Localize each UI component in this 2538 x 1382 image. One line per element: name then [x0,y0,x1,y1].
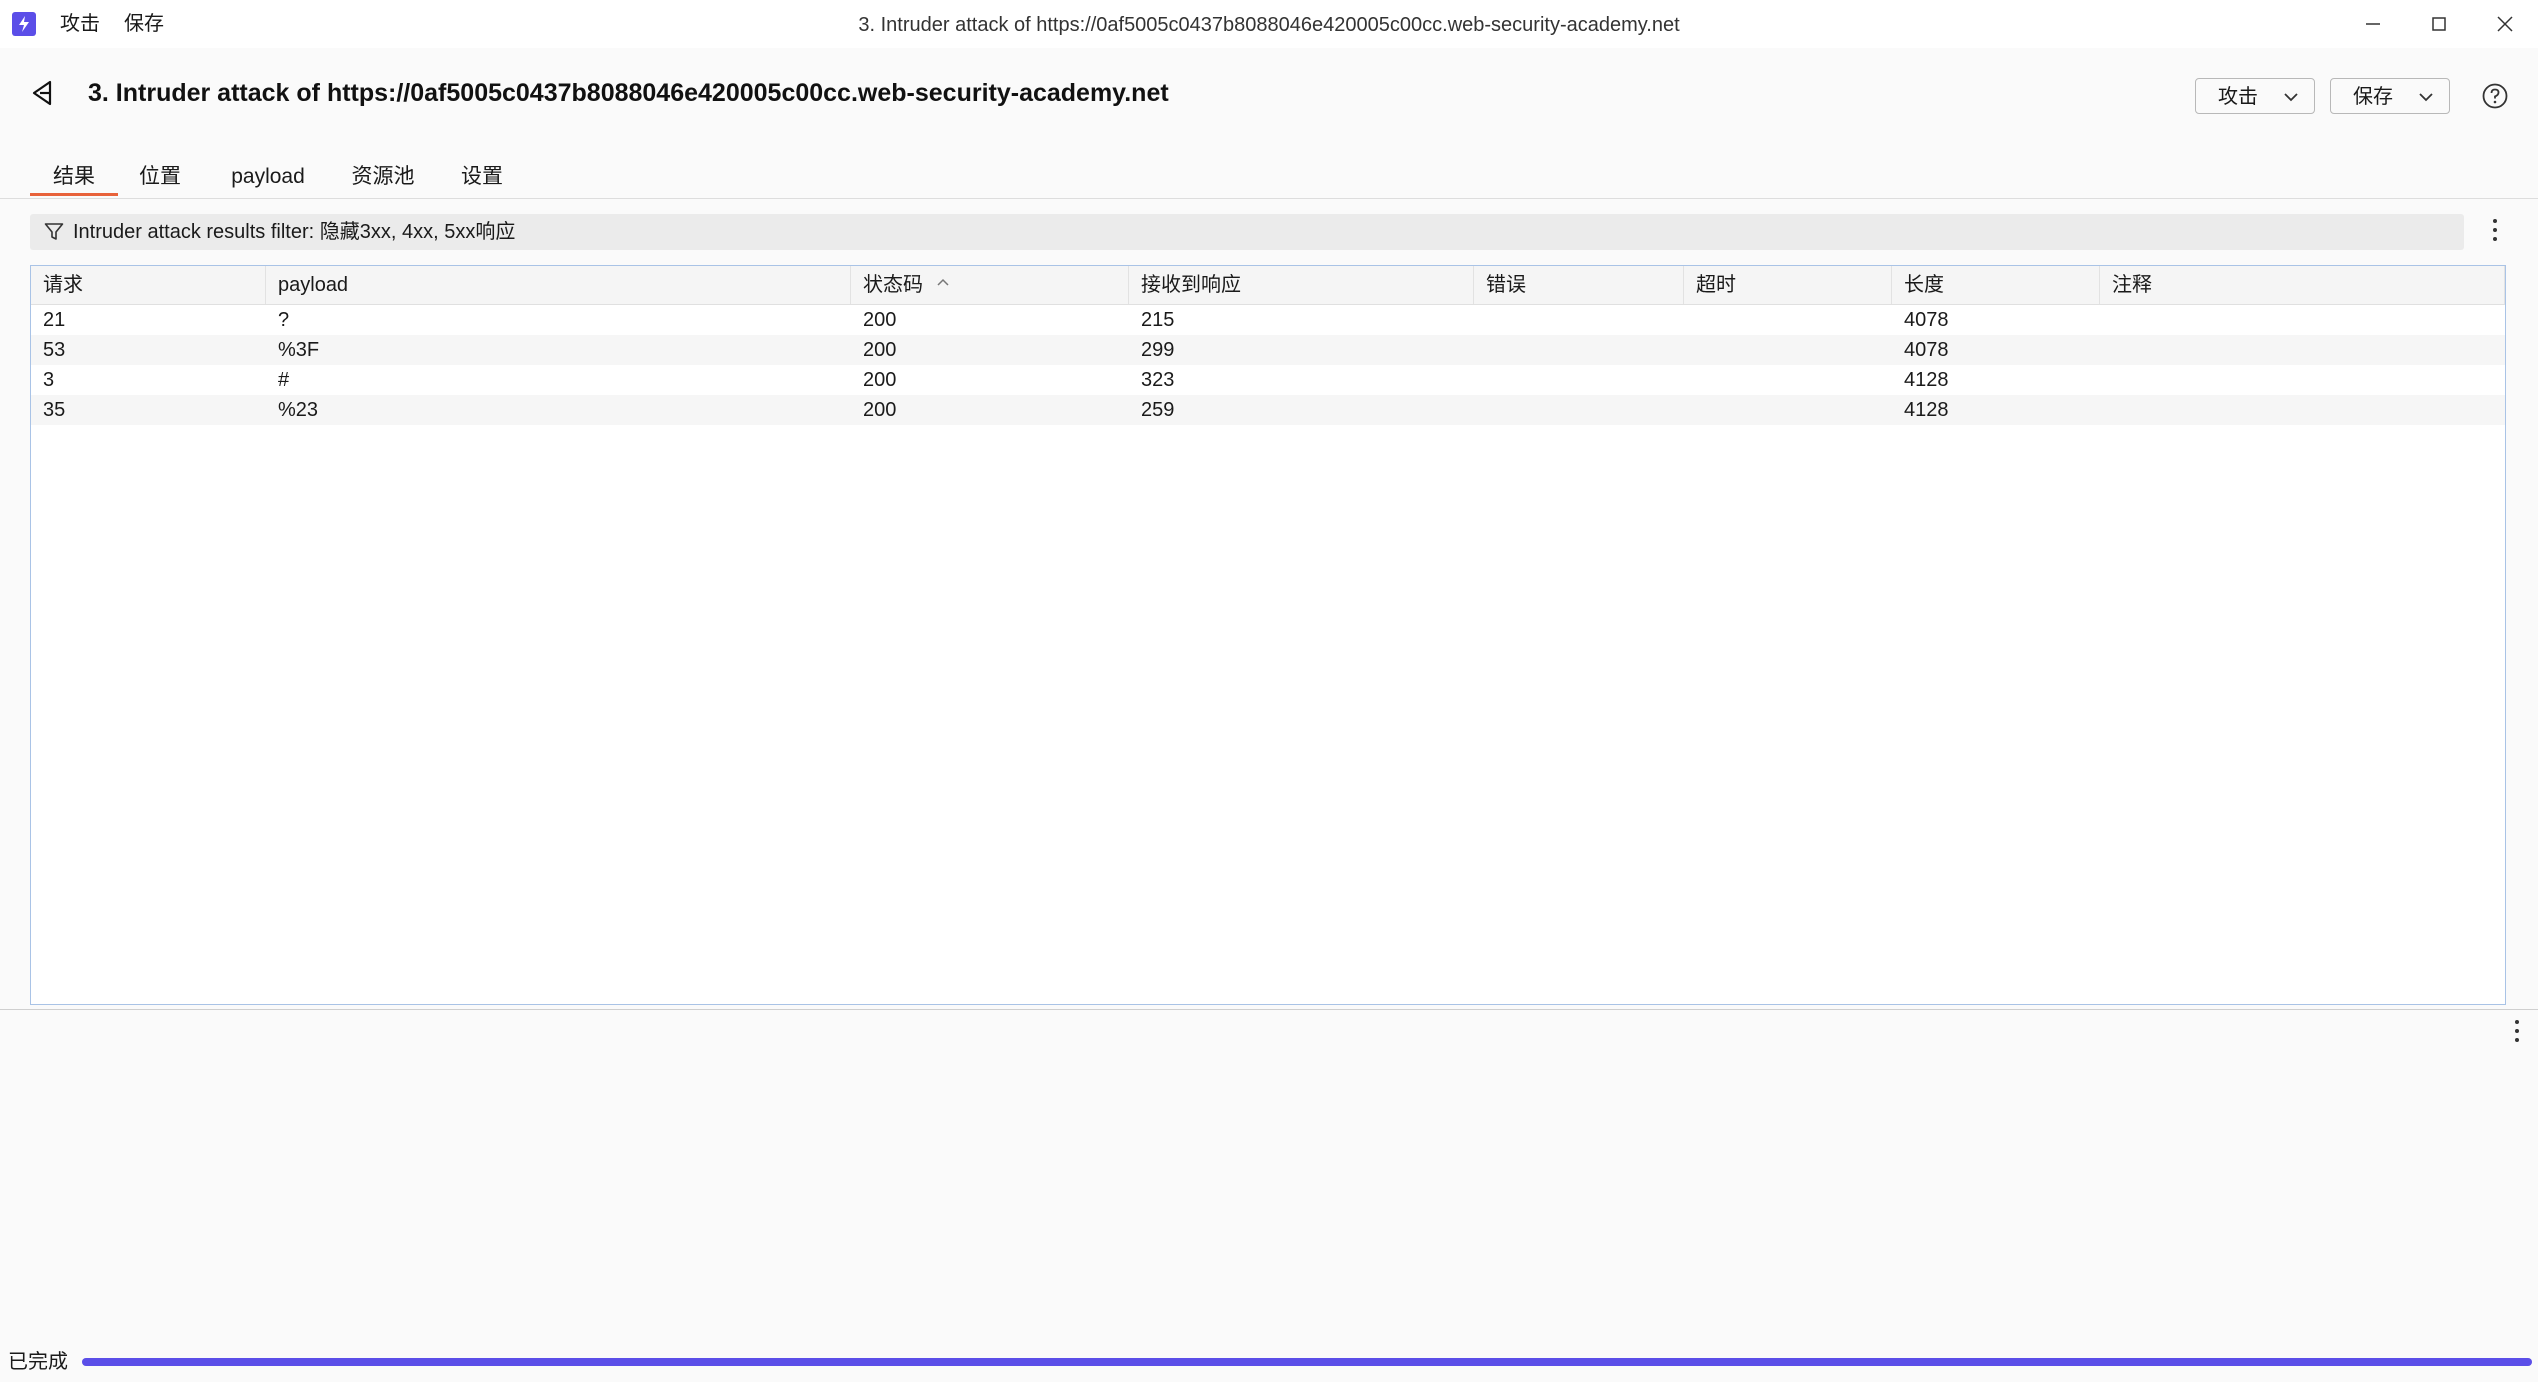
cell-error [1474,305,1486,335]
cell-status-code: 200 [863,399,897,421]
cell-comment [2100,305,2112,335]
sort-ascending-icon [937,278,949,286]
tab-divider [0,198,2538,199]
tab-resource-pool[interactable]: 资源池 [346,164,420,190]
chevron-down-icon [2284,93,2298,102]
cell-comment [2100,395,2112,425]
cell-response-received: 215 [1141,309,1175,331]
cell-timeout [1684,305,1696,335]
cell-status-code: 200 [863,309,897,331]
status-text: 已完成 [8,1351,68,1373]
maximize-button[interactable] [2416,6,2462,42]
cell-response-received: 323 [1141,369,1175,391]
cell-request: 53 [43,339,66,361]
close-button[interactable] [2482,6,2528,42]
cell-comment [2100,365,2112,395]
table-header: 请求 payload 状态码 接收到响应 错误 超时 长度 注释 [31,266,2505,305]
cell-status-code: 200 [863,339,897,361]
cell-payload: ? [278,309,290,331]
tab-positions[interactable]: 位置 [130,164,190,190]
cell-payload: # [278,369,290,391]
cell-request: 35 [43,399,66,421]
cell-response-received: 259 [1141,399,1175,421]
cell-payload: %3F [278,339,320,361]
title-bar: 攻击 保存 3. Intruder attack of https://0af5… [0,0,2538,48]
filter-text: Intruder attack results filter: 隐藏3xx, 4… [73,221,516,243]
cell-length: 4078 [1904,339,1949,361]
chevron-down-icon [2419,93,2433,102]
window-title: 3. Intruder attack of https://0af5005c04… [858,14,1680,36]
help-icon[interactable] [2481,82,2509,110]
results-filter-bar[interactable]: Intruder attack results filter: 隐藏3xx, 4… [30,214,2464,250]
column-header-length[interactable]: 长度 [1892,266,2100,304]
cell-request: 3 [43,369,55,391]
table-row[interactable]: 3 # 200 323 4128 [31,365,2505,395]
table-row[interactable]: 21 ? 200 215 4078 [31,305,2505,335]
cell-timeout [1684,365,1696,395]
table-row[interactable]: 35 %23 200 259 4128 [31,395,2505,425]
progress-fill [82,1358,2532,1366]
tab-settings[interactable]: 设置 [452,164,512,190]
tab-results[interactable]: 结果 [30,164,118,190]
cell-request: 21 [43,309,66,331]
status-code-label: 状态码 [863,274,923,296]
tab-payloads[interactable]: payload [218,164,318,190]
cell-length: 4128 [1904,399,1949,421]
attack-button[interactable]: 攻击 [2195,78,2315,114]
cell-comment [2100,335,2112,365]
results-table: 请求 payload 状态码 接收到响应 错误 超时 长度 注释 21 ? 20… [30,265,2506,1005]
cell-status-code: 200 [863,369,897,391]
minimize-button[interactable] [2350,6,2396,42]
cell-error [1474,335,1486,365]
filter-icon [44,223,64,240]
column-header-payload[interactable]: payload [266,266,851,304]
progress-bar [82,1358,2532,1366]
cell-error [1474,365,1486,395]
cell-timeout [1684,395,1696,425]
column-header-error[interactable]: 错误 [1474,266,1684,304]
cell-length: 4078 [1904,309,1949,331]
cell-response-received: 299 [1141,339,1175,361]
active-tab-indicator [30,193,118,196]
table-row[interactable]: 53 %3F 200 299 4078 [31,335,2505,365]
pane-splitter[interactable] [0,1009,2538,1010]
column-header-status-code[interactable]: 状态码 [851,266,1129,304]
attack-button-label: 攻击 [2218,86,2258,108]
column-header-request[interactable]: 请求 [31,266,266,304]
results-more-options-icon[interactable] [2491,219,2499,245]
column-header-timeout[interactable]: 超时 [1684,266,1892,304]
column-header-response-received[interactable]: 接收到响应 [1129,266,1474,304]
cell-length: 4128 [1904,369,1949,391]
back-arrow-icon[interactable] [28,78,58,108]
cell-error [1474,395,1486,425]
save-button[interactable]: 保存 [2330,78,2450,114]
page-title: 3. Intruder attack of https://0af5005c04… [88,79,1169,107]
column-header-comment[interactable]: 注释 [2100,266,2505,304]
cell-timeout [1684,335,1696,365]
detail-pane-more-options-icon[interactable] [2513,1020,2521,1046]
cell-payload: %23 [278,399,319,421]
save-button-label: 保存 [2353,86,2393,108]
